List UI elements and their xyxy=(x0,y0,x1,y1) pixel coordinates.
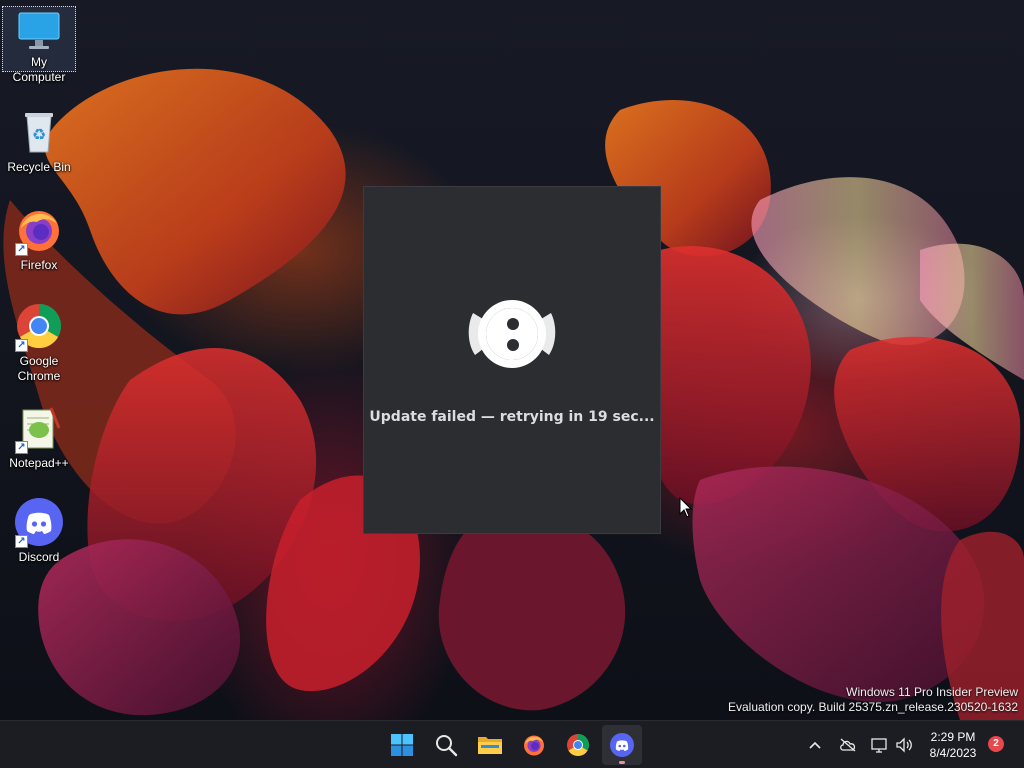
firefox-icon: ↗ xyxy=(15,206,63,256)
running-app-indicator xyxy=(619,761,625,764)
desktop-icon-my-computer[interactable]: My Computer xyxy=(2,6,76,84)
desktop-icon-notepadpp[interactable]: ↗ Notepad++ xyxy=(2,400,76,471)
volume-tray-button[interactable] xyxy=(890,725,918,765)
svg-text:♻: ♻ xyxy=(32,125,46,144)
discord-icon: ↗ xyxy=(15,498,63,548)
monitor-icon xyxy=(17,11,61,51)
discord-icon xyxy=(610,733,634,757)
taskbar-clock[interactable]: 2:29 PM 8/4/2023 xyxy=(918,729,988,761)
desktop-icon-label: My Computer xyxy=(12,55,66,84)
windows-start-icon xyxy=(391,734,413,756)
shortcut-arrow-icon: ↗ xyxy=(15,339,28,352)
search-icon xyxy=(436,735,458,757)
desktop-icon-google-chrome[interactable]: ↗ Google Chrome xyxy=(2,298,76,384)
onedrive-tray-button[interactable] xyxy=(834,725,862,765)
speaker-icon xyxy=(896,737,912,753)
taskbar-discord[interactable] xyxy=(602,725,642,765)
shortcut-arrow-icon: ↗ xyxy=(15,441,28,454)
discord-logo-icon xyxy=(463,291,561,377)
network-icon xyxy=(871,738,887,753)
desktop-icon-discord[interactable]: ↗ Discord xyxy=(2,494,76,565)
recycle-bin-icon: ♻ xyxy=(15,108,63,156)
desktop-icon-label: Discord xyxy=(18,550,60,564)
notification-count-badge[interactable]: 2 xyxy=(988,736,1004,752)
desktop-icon-label: Recycle Bin xyxy=(7,160,71,174)
taskbar-file-explorer[interactable] xyxy=(470,725,510,765)
desktop-icon-label: Firefox xyxy=(20,258,58,272)
taskbar-chrome[interactable] xyxy=(558,725,598,765)
taskbar-firefox[interactable] xyxy=(514,725,554,765)
show-hidden-icons-button[interactable] xyxy=(800,725,830,765)
cloud-offline-icon xyxy=(840,738,856,752)
windows-evaluation-watermark: Windows 11 Pro Insider Preview Evaluatio… xyxy=(728,685,1018,715)
chevron-up-icon xyxy=(809,741,821,749)
mouse-cursor-icon xyxy=(679,496,693,524)
watermark-line-2: Evaluation copy. Build 25375.zn_release.… xyxy=(728,700,1018,714)
watermark-line-1: Windows 11 Pro Insider Preview xyxy=(846,685,1018,699)
taskbar: 2:29 PM 8/4/2023 xyxy=(0,720,1024,768)
shortcut-arrow-icon: ↗ xyxy=(15,535,28,548)
chrome-icon xyxy=(567,733,589,756)
desktop-icon-firefox[interactable]: ↗ Firefox xyxy=(2,202,76,273)
desktop-icon-label: Notepad++ xyxy=(9,456,69,470)
clock-date: 8/4/2023 xyxy=(929,746,977,760)
shortcut-arrow-icon: ↗ xyxy=(15,243,28,256)
update-status-text: Update failed — retrying in 19 sec... xyxy=(369,409,655,425)
desktop-icon-label: Google Chrome xyxy=(17,354,61,383)
taskbar-search-button[interactable] xyxy=(426,725,466,765)
start-button[interactable] xyxy=(382,725,422,765)
firefox-icon xyxy=(524,735,544,756)
folder-icon xyxy=(478,737,502,754)
notepadpp-icon: ↗ xyxy=(15,404,63,454)
clock-time: 2:29 PM xyxy=(930,730,976,744)
chrome-icon: ↗ xyxy=(15,302,63,352)
discord-updater-window: Update failed — retrying in 19 sec... xyxy=(363,186,661,534)
desktop-icon-recycle-bin[interactable]: ♻ Recycle Bin xyxy=(2,104,76,175)
